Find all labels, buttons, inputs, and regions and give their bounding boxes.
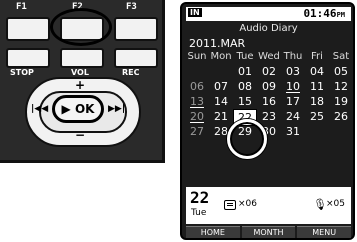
calendar-day[interactable]: 16 <box>257 94 281 109</box>
calendar-day[interactable]: 14 <box>209 94 233 109</box>
calendar-day[interactable]: 01 <box>233 64 257 79</box>
calendar-day[interactable]: 26 <box>329 109 353 124</box>
clock-time: 01:46 <box>303 7 337 20</box>
f3-label: F3 <box>126 2 137 12</box>
info-day-number: 22 <box>190 188 210 207</box>
clock-ampm: PM <box>336 11 345 19</box>
internal-memory-icon: IN <box>188 8 202 17</box>
calendar-day[interactable]: 15 <box>233 94 257 109</box>
calendar-day[interactable]: 05 <box>329 64 353 79</box>
calendar-day[interactable]: 10 <box>281 79 305 94</box>
calendar-day[interactable]: 21 <box>209 109 233 124</box>
calendar-week-row: 20 21 22 23 24 25 26 <box>184 109 353 126</box>
calendar-day[interactable]: 03 <box>281 64 305 79</box>
calendar-week-row: 13 14 15 16 17 18 19 <box>184 94 353 109</box>
screen-title: Audio Diary <box>239 23 298 34</box>
fast-forward-icon[interactable]: ▶▶| <box>108 104 125 114</box>
calendar-day[interactable]: 17 <box>281 94 305 109</box>
calendar-day[interactable]: 20 <box>185 109 209 124</box>
status-bar: IN 01:46PM <box>186 7 351 21</box>
calendar-day[interactable]: 18 <box>305 94 329 109</box>
calendar-week-row: 27 28 29 30 31 <box>184 124 353 139</box>
calendar-day[interactable]: 27 <box>185 124 209 139</box>
volume-down-icon[interactable]: − <box>75 128 85 142</box>
calendar-day[interactable]: 25 <box>305 109 329 124</box>
ok-button[interactable]: ▶ OK <box>52 95 104 123</box>
rewind-icon[interactable]: |◀◀ <box>31 104 48 114</box>
device-screen: IN 01:46PM Audio Diary 2011.MAR Sun Mon Tu… <box>180 2 355 240</box>
calendar-day[interactable]: 13 <box>185 94 209 109</box>
weekday-sat: Sat <box>332 51 350 62</box>
calendar-day[interactable]: 06 <box>185 79 209 94</box>
selected-day-highlight-ring <box>227 119 267 159</box>
microphone-icon: 🎙 <box>313 198 327 211</box>
softkey-menu[interactable]: MENU <box>297 226 352 238</box>
f1-button[interactable] <box>6 17 50 41</box>
calendar-grid: Sun Mon Tue Wed Thu Fri Sat 01 02 03 04 05 06 07 08 09 1… <box>184 49 353 139</box>
calendar-week-row: 06 07 08 09 10 11 12 <box>184 79 353 94</box>
calendar-day[interactable]: 31 <box>281 124 305 139</box>
stop-button[interactable] <box>6 48 50 68</box>
softkey-home[interactable]: HOME <box>186 226 240 238</box>
memo-icon <box>224 200 236 210</box>
calendar-day[interactable]: 19 <box>329 94 353 109</box>
weekday-header-row: Sun Mon Tue Wed Thu Fri Sat <box>184 49 353 64</box>
calendar-day[interactable]: 02 <box>257 64 281 79</box>
calendar-day[interactable]: 12 <box>329 79 353 94</box>
vol-button[interactable] <box>60 48 104 68</box>
f1-label: F1 <box>16 2 27 12</box>
calendar-day[interactable]: 23 <box>257 109 281 124</box>
weekday-mon: Mon <box>210 51 232 62</box>
volume-up-icon[interactable]: + <box>75 78 85 92</box>
memo-count: ×06 <box>238 199 257 209</box>
recorder-device: F1 F2 F3 STOP VOL REC + − |◀◀ ▶▶| ▶ OK <box>0 0 165 163</box>
f3-button[interactable] <box>114 17 158 41</box>
softkey-bar: HOME MONTH MENU <box>186 226 352 238</box>
calendar-day[interactable]: 09 <box>257 79 281 94</box>
stop-label: STOP <box>10 68 34 77</box>
weekday-sun: Sun <box>187 51 207 62</box>
softkey-month[interactable]: MONTH <box>241 226 296 238</box>
day-info-panel: 22 Tue ×06 🎙 ×05 <box>186 187 351 224</box>
info-weekday: Tue <box>191 208 207 218</box>
calendar-week-row: 01 02 03 04 05 <box>184 64 353 79</box>
calendar-day[interactable]: 11 <box>305 79 329 94</box>
weekday-tue: Tue <box>236 51 254 62</box>
voice-file-count: ×05 <box>326 199 345 209</box>
calendar-day[interactable]: 04 <box>305 64 329 79</box>
calendar-day[interactable]: 24 <box>281 109 305 124</box>
weekday-thu: Thu <box>283 51 303 62</box>
calendar-day[interactable]: 08 <box>233 79 257 94</box>
f2-highlight-ring <box>50 8 112 46</box>
clock: 01:46PM <box>303 7 345 20</box>
vol-label: VOL <box>71 68 89 77</box>
weekday-fri: Fri <box>311 51 323 62</box>
weekday-wed: Wed <box>258 51 280 62</box>
rec-label: REC <box>122 68 140 77</box>
rec-button[interactable] <box>114 48 158 68</box>
calendar-day[interactable]: 07 <box>209 79 233 94</box>
